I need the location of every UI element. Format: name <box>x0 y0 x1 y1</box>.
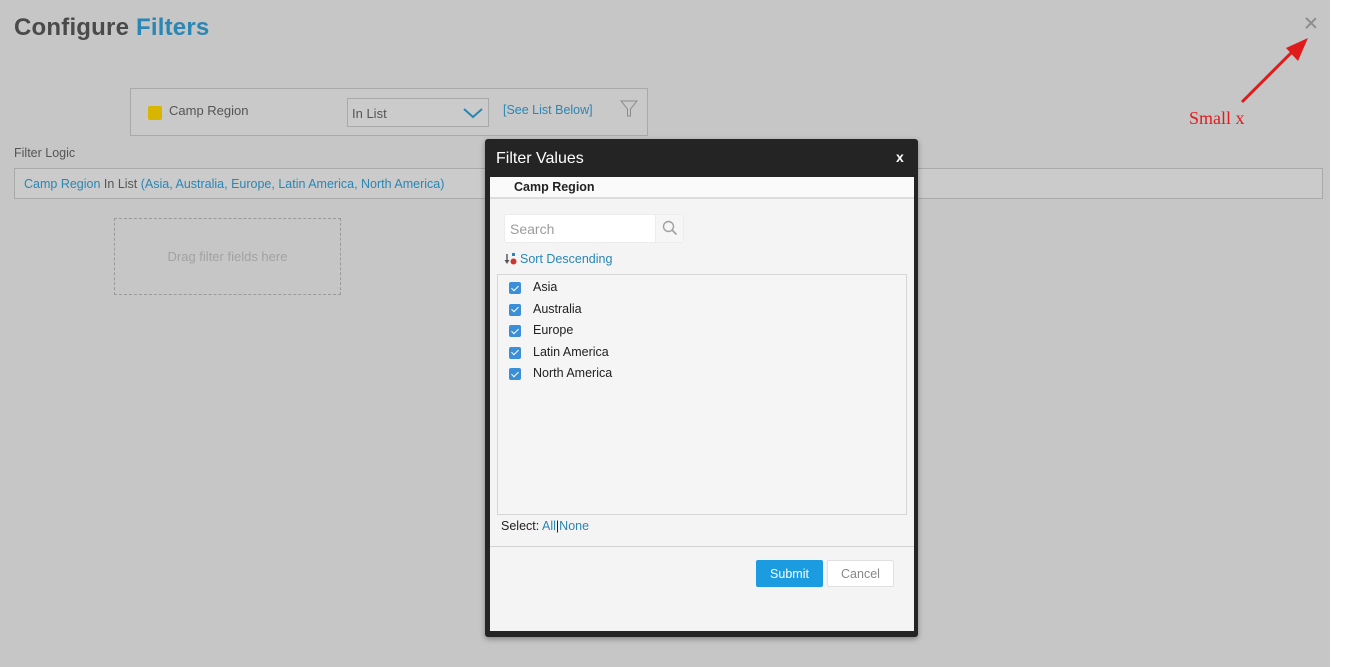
operator-dropdown[interactable]: In List <box>347 98 489 127</box>
value-label: Latin America <box>533 344 609 359</box>
search-input[interactable] <box>505 215 655 242</box>
sort-descending-link[interactable]: Sort Descending <box>504 252 612 266</box>
value-label: North America <box>533 366 613 380</box>
see-list-below-link[interactable]: [See List Below] <box>503 103 593 117</box>
select-all-link[interactable]: All <box>542 519 556 533</box>
search-box <box>504 214 684 243</box>
select-all-none-row: Select: All|None <box>501 519 589 533</box>
dialog-field-name: Camp Region <box>514 180 595 194</box>
page-title-accent: Filters <box>136 14 210 41</box>
drop-zone-text: Drag filter fields here <box>167 249 288 264</box>
filter-logic-label: Filter Logic <box>14 146 76 160</box>
sort-descending-icon <box>504 253 517 265</box>
value-label: Australia <box>533 301 582 316</box>
funnel-icon[interactable] <box>620 99 638 119</box>
search-button[interactable] <box>655 215 683 242</box>
value-label: Asia <box>533 280 558 294</box>
chevron-down-icon <box>463 108 483 119</box>
checkbox-checked-icon[interactable] <box>509 346 521 359</box>
dialog-field-header: Camp Region <box>490 177 914 199</box>
annotation-arrow-icon <box>1240 38 1308 104</box>
select-none-link[interactable]: None <box>559 519 589 533</box>
values-list: Asia Australia Europe Latin America Nort… <box>497 274 907 515</box>
submit-button[interactable]: Submit <box>756 560 823 587</box>
sort-descending-label: Sort Descending <box>520 252 613 266</box>
footer-divider <box>490 546 914 547</box>
value-label: Europe <box>533 323 574 337</box>
page-title: Configure Filters <box>14 14 209 42</box>
filter-drop-zone[interactable]: Drag filter fields here <box>114 218 341 295</box>
logic-field: Camp Region <box>24 177 101 191</box>
logic-values: (Asia, Australia, Europe, Latin America,… <box>140 177 445 191</box>
checkbox-checked-icon[interactable] <box>509 368 521 380</box>
dialog-close-button[interactable]: x <box>896 149 904 165</box>
logic-operator: In List <box>103 177 138 191</box>
filter-row: Camp Region In List [See List Below] <box>130 88 648 136</box>
checkbox-checked-icon[interactable] <box>509 282 521 294</box>
close-x-icon[interactable] <box>1303 15 1319 31</box>
operator-value: In List <box>352 106 387 121</box>
search-icon <box>662 220 678 236</box>
dialog-body: Camp Region Sort Descending Asia <box>490 177 914 631</box>
field-color-swatch <box>148 106 162 120</box>
dialog-title: Filter Values <box>496 150 584 167</box>
cancel-button[interactable]: Cancel <box>827 560 894 587</box>
annotation-label: Small x <box>1189 108 1245 128</box>
checkbox-checked-icon[interactable] <box>509 325 521 337</box>
filter-field-label: Camp Region <box>169 103 249 118</box>
page-title-prefix: Configure <box>14 14 130 41</box>
select-label: Select: <box>501 519 540 533</box>
checkbox-checked-icon[interactable] <box>509 303 521 316</box>
filter-logic-text: Camp Region In List (Asia, Australia, Eu… <box>24 177 444 191</box>
filter-values-dialog: Filter Values x Camp Region Sort Descend… <box>485 139 918 637</box>
